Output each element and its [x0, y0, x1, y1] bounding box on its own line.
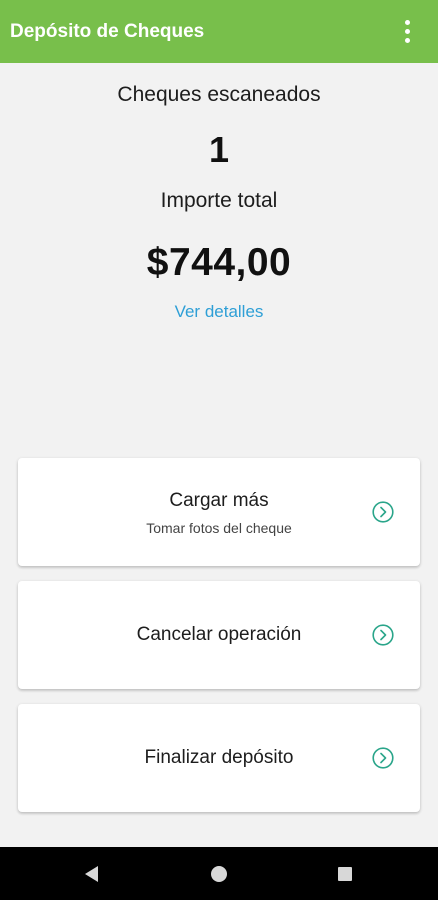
chevron-circle-right-icon [372, 747, 394, 769]
total-amount-label: Importe total [160, 189, 278, 212]
load-more-subtitle: Tomar fotos del cheque [146, 520, 292, 536]
back-triangle-icon[interactable] [82, 864, 102, 884]
screen: Depósito de Cheques Cheques escaneados 1… [0, 0, 438, 900]
load-more-text: Cargar más Tomar fotos del cheque [18, 490, 420, 536]
system-nav-bar [0, 847, 438, 900]
finish-deposit-card[interactable]: Finalizar depósito [18, 704, 420, 812]
cancel-operation-card[interactable]: Cancelar operación [18, 581, 420, 689]
load-more-title: Cargar más [169, 490, 269, 511]
scanned-checks-count: 1 [208, 129, 230, 170]
details-link-row: Ver detalles [0, 302, 438, 322]
menu-dot [405, 29, 410, 34]
load-more-card[interactable]: Cargar más Tomar fotos del cheque [18, 458, 420, 566]
total-amount-value: $744,00 [146, 241, 292, 284]
chevron-circle-right-icon [372, 501, 394, 523]
scanned-checks-label: Cheques escaneados [117, 83, 321, 106]
app-bar: Depósito de Cheques [0, 0, 438, 63]
finish-deposit-title: Finalizar depósito [144, 747, 294, 768]
cancel-operation-title: Cancelar operación [136, 624, 302, 645]
recents-square-icon[interactable] [335, 864, 355, 884]
cancel-operation-text: Cancelar operación [18, 624, 420, 646]
view-details-link[interactable]: Ver detalles [175, 302, 264, 321]
finish-deposit-text: Finalizar depósito [18, 747, 420, 769]
menu-dot [405, 38, 410, 43]
chevron-circle-right-icon [372, 624, 394, 646]
app-bar-title: Depósito de Cheques [10, 21, 205, 42]
home-circle-icon[interactable] [209, 864, 229, 884]
menu-dot [405, 20, 410, 25]
more-vert-icon[interactable] [396, 19, 420, 45]
